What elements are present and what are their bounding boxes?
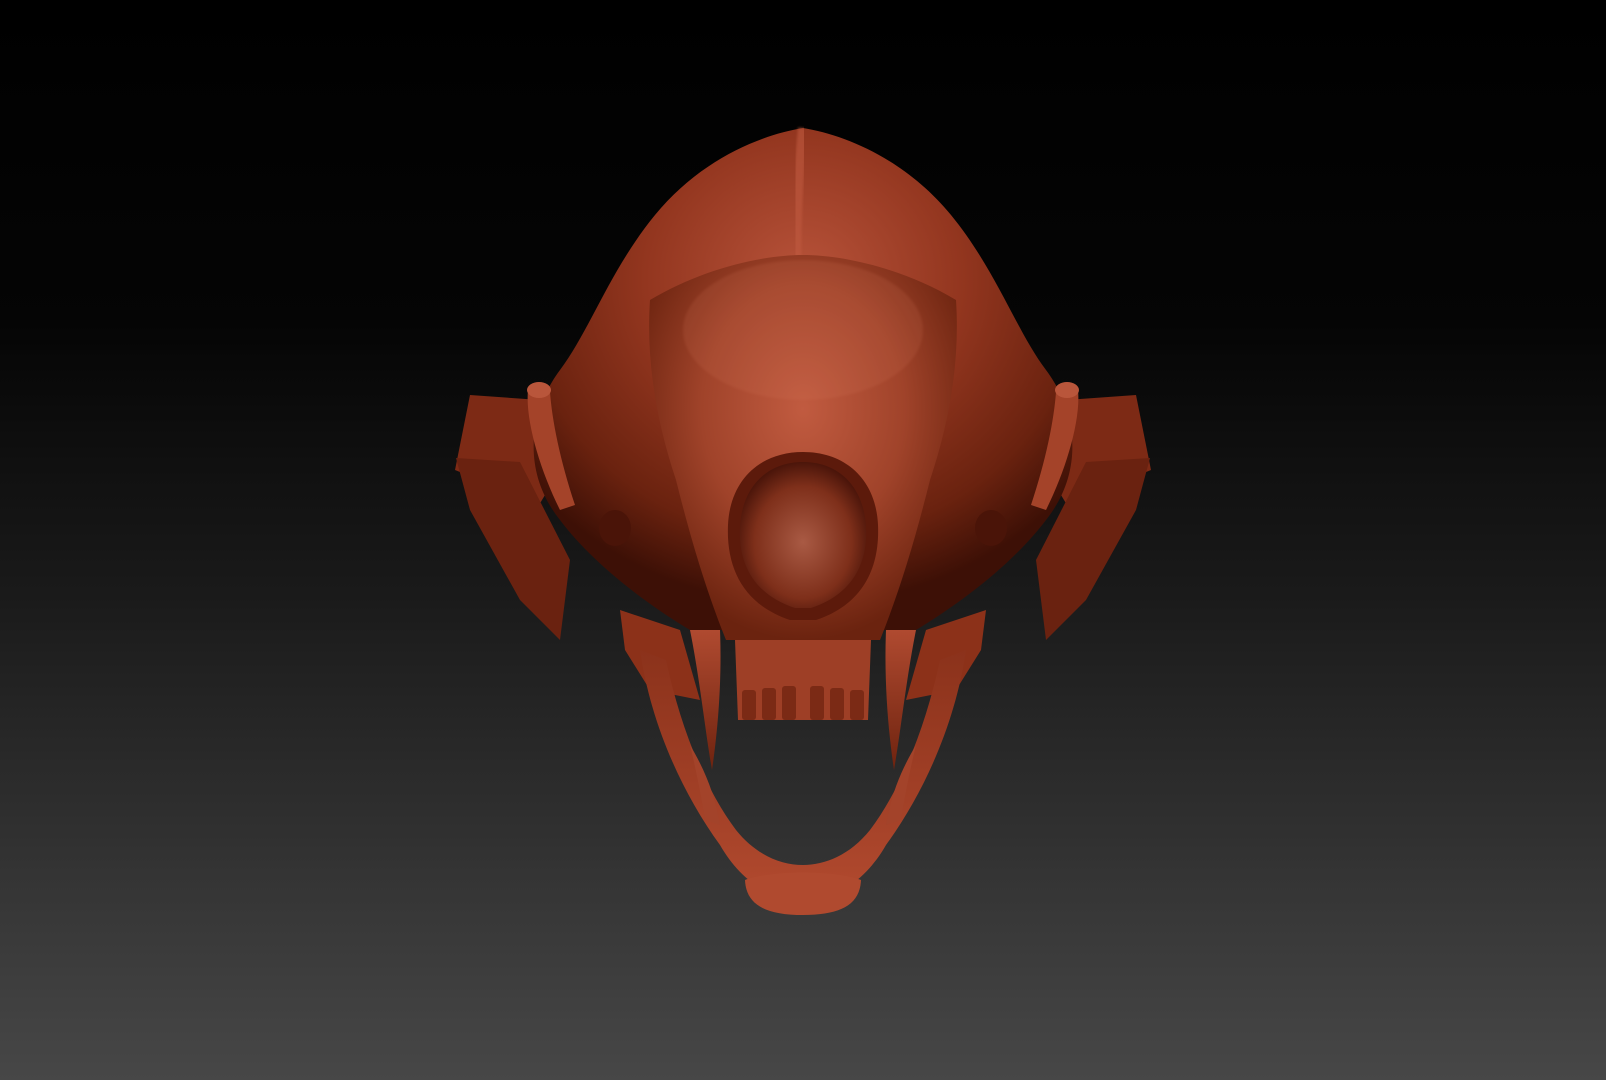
left-orbit xyxy=(599,510,631,546)
viewport-canvas[interactable] xyxy=(0,0,1606,1080)
left-upper-canine xyxy=(690,630,721,770)
right-orbit xyxy=(975,510,1007,546)
skull-render xyxy=(455,127,1151,915)
right-upper-canine xyxy=(885,630,916,770)
